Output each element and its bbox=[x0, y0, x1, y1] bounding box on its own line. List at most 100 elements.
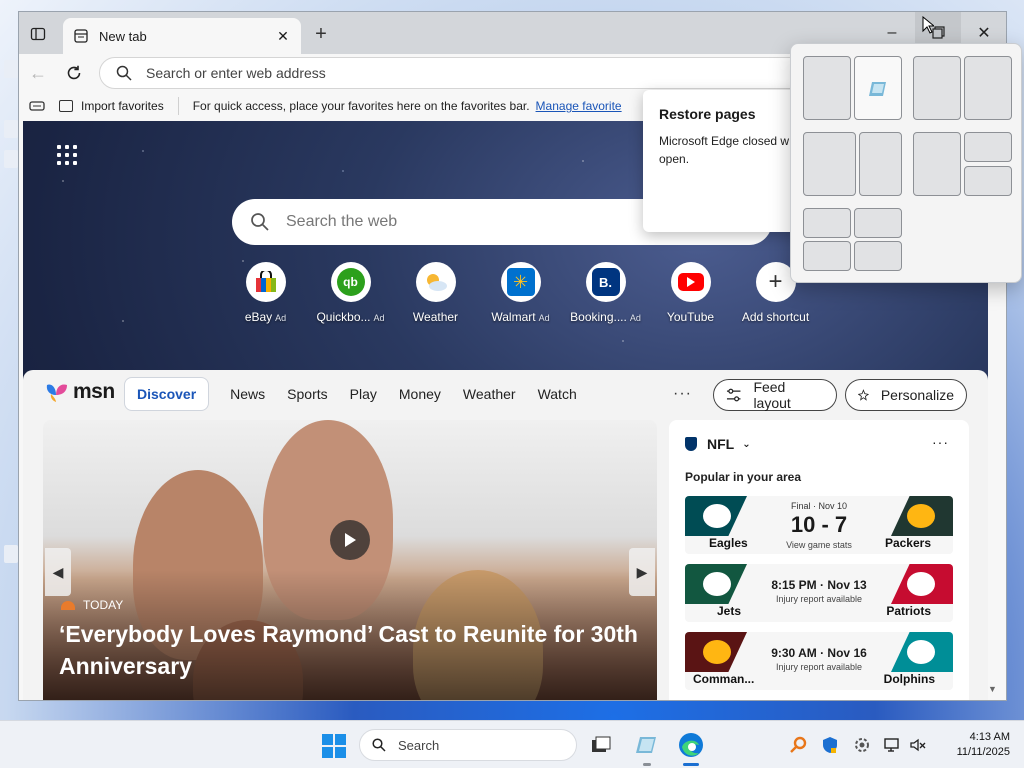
game-row[interactable]: Eagles Packers Final · Nov 10 10 - 7 Vie… bbox=[685, 496, 953, 554]
feed-tab-discover[interactable]: Discover bbox=[124, 377, 210, 411]
feed-nav: Discover News Sports Play Money Weather … bbox=[124, 377, 588, 411]
shortcut-label: Add shortcut bbox=[741, 310, 810, 324]
msn-feed: msn Discover News Sports Play Money Weat… bbox=[23, 370, 988, 700]
hero-story-card[interactable]: ◀ ▶ TODAY ‘Everybody Loves Raymond’ Cast… bbox=[43, 420, 657, 700]
snap-zone[interactable] bbox=[803, 132, 856, 196]
snap-zone[interactable] bbox=[964, 56, 1012, 120]
refresh-icon[interactable] bbox=[62, 61, 86, 85]
shortcut-quickbooks[interactable]: qb Quickbo... Ad bbox=[308, 262, 393, 324]
security-shield-icon[interactable] bbox=[820, 735, 840, 755]
nfl-shield-icon bbox=[685, 437, 697, 451]
network-monitor-icon[interactable] bbox=[882, 735, 902, 755]
game-row[interactable]: Comman... Dolphins 9:30 AM · Nov 16 Inju… bbox=[685, 632, 953, 690]
msn-wordmark: msn bbox=[73, 380, 115, 403]
carousel-prev-icon[interactable]: ◀ bbox=[45, 548, 71, 596]
taskbar-search-box[interactable]: Search bbox=[359, 729, 577, 761]
snap-zone[interactable] bbox=[964, 132, 1012, 162]
snap-layouts-flyout bbox=[790, 43, 1022, 283]
snap-zone[interactable] bbox=[854, 241, 902, 271]
weather-icon bbox=[415, 262, 456, 302]
snap-zone[interactable] bbox=[913, 56, 961, 120]
msn-logo[interactable]: msn bbox=[45, 380, 115, 404]
search-key-tray-icon[interactable] bbox=[788, 735, 808, 755]
import-icon bbox=[59, 100, 73, 112]
import-favorites-label: Import favorites bbox=[81, 99, 164, 113]
snap-zone-highlighted[interactable] bbox=[854, 56, 902, 120]
shortcut-booking[interactable]: B. Booking.... Ad bbox=[563, 262, 648, 324]
game-score: 10 - 7 bbox=[790, 512, 848, 537]
feed-tab-sports[interactable]: Sports bbox=[276, 377, 338, 411]
carousel-next-icon[interactable]: ▶ bbox=[629, 548, 655, 596]
desktop-icon[interactable] bbox=[4, 60, 18, 78]
msn-butterfly-icon bbox=[45, 381, 69, 403]
edge-browser-icon[interactable] bbox=[676, 730, 706, 766]
task-view-icon[interactable] bbox=[586, 730, 616, 760]
clock-time: 4:13 AM bbox=[969, 731, 1010, 743]
game-time: 9:30 AM · Nov 16 bbox=[771, 646, 867, 660]
window-thumbnail-icon bbox=[869, 82, 886, 96]
apps-launcher-icon[interactable] bbox=[57, 145, 77, 165]
favorites-bar-icon[interactable] bbox=[29, 99, 45, 113]
search-icon bbox=[116, 65, 132, 81]
play-video-icon[interactable] bbox=[330, 520, 370, 560]
ebay-icon bbox=[245, 262, 286, 302]
shortcut-walmart[interactable]: ✳ Walmart Ad bbox=[478, 262, 563, 324]
taskbar-clock[interactable]: 4:13 AM 11/11/2025 bbox=[938, 730, 1010, 760]
feed-tab-watch[interactable]: Watch bbox=[527, 377, 588, 411]
game-row[interactable]: Jets Patriots 8:15 PM · Nov 13 Injury re… bbox=[685, 564, 953, 622]
feed-layout-button[interactable]: Feed layout bbox=[713, 379, 837, 411]
restore-message: Microsoft Edge closed w open. bbox=[659, 134, 790, 166]
shortcut-weather[interactable]: Weather bbox=[393, 262, 478, 324]
snap-zone[interactable] bbox=[803, 56, 851, 120]
patriots-logo-icon bbox=[907, 572, 935, 596]
manage-favorites-link[interactable]: Manage favorite bbox=[536, 99, 622, 113]
start-button-windows-icon[interactable] bbox=[322, 734, 346, 758]
shortcuts-row: eBay Ad qb Quickbo... Ad Weather ✳ Walmart… bbox=[223, 262, 818, 324]
nfl-header[interactable]: NFL ⌄ bbox=[685, 436, 751, 452]
desktop-icon[interactable] bbox=[4, 150, 18, 168]
snap-zone[interactable] bbox=[803, 208, 851, 238]
newtab-page-icon bbox=[73, 28, 89, 44]
desktop-icon[interactable] bbox=[4, 545, 18, 563]
personalize-button[interactable]: Personalize bbox=[845, 379, 967, 411]
feed-tab-weather[interactable]: Weather bbox=[452, 377, 527, 411]
settings-gear-icon[interactable] bbox=[852, 735, 872, 755]
snap-zone[interactable] bbox=[964, 166, 1012, 196]
snap-zone[interactable] bbox=[913, 132, 961, 196]
shortcut-youtube[interactable]: YouTube bbox=[648, 262, 733, 324]
scroll-down-arrow-icon[interactable]: ▼ bbox=[988, 684, 1000, 694]
address-bar[interactable] bbox=[99, 57, 819, 89]
team-name: Jets bbox=[717, 604, 742, 618]
story-headline[interactable]: ‘Everybody Loves Raymond’ Cast to Reunit… bbox=[59, 618, 649, 682]
feed-tab-news[interactable]: News bbox=[219, 377, 276, 411]
nfl-scores-card: NFL ⌄ ··· Popular in your area Eagles Pa… bbox=[669, 420, 969, 700]
team-name: Eagles bbox=[709, 536, 748, 550]
team-name: Comman... bbox=[693, 672, 755, 686]
new-tab-plus-icon[interactable]: + bbox=[309, 23, 333, 47]
desktop-icon[interactable] bbox=[4, 120, 18, 138]
feed-more-icon[interactable]: ··· bbox=[673, 385, 692, 403]
tab-new-tab[interactable]: New tab ✕ bbox=[63, 18, 301, 54]
nfl-subtitle: Popular in your area bbox=[685, 470, 802, 484]
search-icon bbox=[251, 213, 269, 231]
back-arrow-icon[interactable]: ← bbox=[26, 61, 50, 85]
snap-zone[interactable] bbox=[803, 241, 851, 271]
address-input[interactable] bbox=[146, 65, 746, 81]
game-note: Injury report available bbox=[775, 594, 863, 604]
dolphins-logo-icon bbox=[907, 640, 935, 664]
game-info: 9:30 AM · Nov 16 Injury report available bbox=[747, 632, 891, 672]
feed-tab-money[interactable]: Money bbox=[388, 377, 452, 411]
shortcut-ebay[interactable]: eBay Ad bbox=[223, 262, 308, 324]
speaker-muted-icon[interactable] bbox=[908, 735, 928, 755]
tab-actions-icon[interactable] bbox=[27, 23, 49, 45]
ad-badge: Ad bbox=[629, 313, 641, 323]
taskbar-app-window-icon[interactable] bbox=[632, 730, 662, 766]
snap-zone[interactable] bbox=[859, 132, 902, 196]
feed-tab-play[interactable]: Play bbox=[339, 377, 388, 411]
nfl-more-icon[interactable]: ··· bbox=[932, 434, 949, 450]
close-tab-icon[interactable]: ✕ bbox=[275, 28, 291, 44]
web-search-input[interactable] bbox=[286, 213, 666, 231]
import-favorites-button[interactable]: Import favorites bbox=[59, 97, 179, 115]
snap-zone[interactable] bbox=[854, 208, 902, 238]
shortcut-label: eBay bbox=[244, 310, 273, 324]
